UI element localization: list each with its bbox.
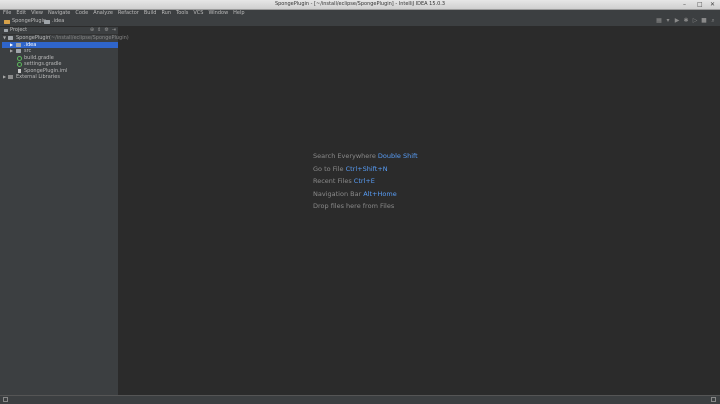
breadcrumb-idea[interactable]: .idea xyxy=(44,17,64,26)
navigation-bar: SpongePlugin .idea ▦ ▾ ▶ ✱ ▷ ■ ⌕ xyxy=(0,17,720,27)
menu-window[interactable]: Window xyxy=(208,10,228,17)
menu-bar: File Edit View Navigate Code Analyze Refactor B… xyxy=(0,10,720,17)
gear-icon[interactable]: ⚙ xyxy=(104,27,108,34)
hint-recent-files: Recent Files Ctrl+E xyxy=(313,175,418,188)
tool-windows-icon[interactable] xyxy=(3,397,8,402)
hint-shortcut: Ctrl+Shift+N xyxy=(345,164,388,173)
gradle-icon xyxy=(17,55,22,61)
run-icon[interactable]: ▶ xyxy=(674,18,680,24)
hint-search-everywhere: Search Everywhere Double Shift xyxy=(313,150,418,163)
dropdown-icon[interactable]: ▾ xyxy=(665,18,671,24)
menu-navigate[interactable]: Navigate xyxy=(48,10,70,17)
project-panel-title[interactable]: Project xyxy=(10,27,27,34)
editor-empty-hints: Search Everywhere Double Shift Go to File… xyxy=(313,150,418,213)
build-icon[interactable]: ▦ xyxy=(656,18,662,24)
tree-item-label: External Libraries xyxy=(16,74,60,80)
menu-analyze[interactable]: Analyze xyxy=(93,10,113,17)
coverage-icon[interactable]: ▷ xyxy=(692,18,698,24)
menu-build[interactable]: Build xyxy=(144,10,157,17)
search-icon[interactable]: ⌕ xyxy=(710,18,716,24)
title-bar: SpongePlugin - [~/install/eclipse/Sponge… xyxy=(0,0,720,10)
file-icon xyxy=(18,68,21,73)
hint-go-to-file: Go to File Ctrl+Shift+N xyxy=(313,163,418,176)
gradle-icon xyxy=(17,62,22,67)
tree-item-external-libraries[interactable]: ▶ External Libraries xyxy=(2,74,118,81)
menu-refactor[interactable]: Refactor xyxy=(118,10,139,17)
close-button[interactable]: ✕ xyxy=(710,1,715,8)
hint-navigation-bar: Navigation Bar Alt+Home xyxy=(313,188,418,201)
hint-drop-files: Drop files here from Files xyxy=(313,200,418,213)
menu-file[interactable]: File xyxy=(3,10,11,17)
folder-icon xyxy=(8,36,13,40)
menu-view[interactable]: View xyxy=(31,10,43,17)
hint-text: Drop files here from Files xyxy=(313,202,395,211)
stop-icon[interactable]: ■ xyxy=(701,18,707,24)
project-tree: ▼ SpongePlugin (~/install/eclipse/Sponge… xyxy=(2,35,129,81)
hint-text: Recent Files xyxy=(313,177,352,186)
hint-shortcut: Double Shift xyxy=(377,152,418,160)
hint-text: Search Everywhere xyxy=(313,152,376,160)
hint-text: Navigation Bar xyxy=(313,189,362,198)
folder-icon xyxy=(44,19,50,24)
minimize-button[interactable]: – xyxy=(683,1,686,8)
library-icon xyxy=(8,75,13,79)
folder-icon xyxy=(16,42,21,47)
hint-shortcut: Alt+Home xyxy=(363,189,397,198)
run-toolbar: ▦ ▾ ▶ ✱ ▷ ■ ⌕ xyxy=(656,18,716,24)
event-log-icon[interactable] xyxy=(711,397,716,402)
menu-help[interactable]: Help xyxy=(233,10,244,17)
menu-edit[interactable]: Edit xyxy=(16,10,26,17)
project-panel-header: Project ⊕ ⇕ ⚙ ⇥ xyxy=(2,27,118,35)
menu-vcs[interactable]: VCS xyxy=(193,10,203,17)
breadcrumb-label: SpongePlugin xyxy=(12,18,47,24)
maximize-button[interactable]: □ xyxy=(697,1,703,8)
breadcrumb-label: .idea xyxy=(52,18,65,24)
project-panel: Project ⊕ ⇕ ⚙ ⇥ ▼ SpongePlugin (~/instal… xyxy=(2,27,129,395)
collapse-icon[interactable]: ⇕ xyxy=(97,27,101,34)
project-icon xyxy=(4,28,8,32)
sync-icon[interactable]: ⊕ xyxy=(90,27,94,34)
hint-shortcut: Ctrl+E xyxy=(353,177,375,186)
folder-icon xyxy=(4,19,10,24)
collapsed-arrow-icon[interactable]: ▶ xyxy=(3,74,6,81)
menu-code[interactable]: Code xyxy=(75,10,88,17)
folder-icon xyxy=(16,49,21,53)
project-panel-actions: ⊕ ⇕ ⚙ ⇥ xyxy=(90,27,116,34)
menu-tools[interactable]: Tools xyxy=(176,10,188,17)
debug-icon[interactable]: ✱ xyxy=(683,18,689,24)
hint-text: Go to File xyxy=(313,164,344,173)
window-title: SpongePlugin - [~/install/eclipse/Sponge… xyxy=(274,1,446,7)
hide-icon[interactable]: ⇥ xyxy=(112,27,116,34)
breadcrumb-project[interactable]: SpongePlugin xyxy=(4,17,46,26)
menu-run[interactable]: Run xyxy=(161,10,171,17)
